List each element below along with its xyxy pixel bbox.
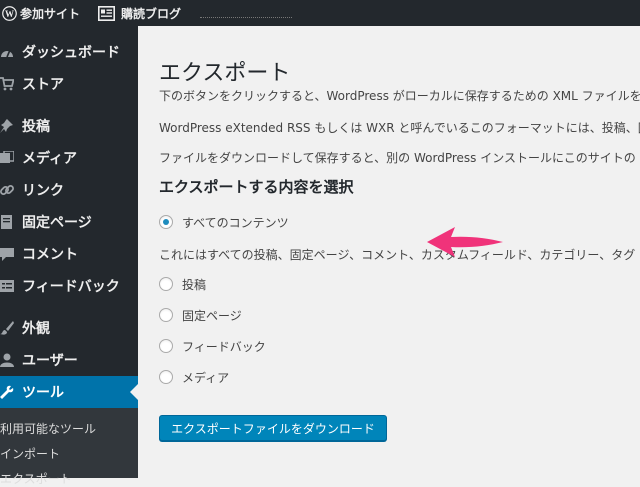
option-label: メディア [182, 370, 230, 385]
description-paragraph: 下のボタンをクリックすると、WordPress がローカルに保存するための XM… [159, 89, 640, 103]
option-label: 投稿 [182, 277, 207, 292]
menu-label: ストア [22, 77, 64, 93]
link-icon [0, 182, 14, 198]
menu-item-appearance[interactable]: 外観 [0, 312, 138, 344]
feedback-icon [0, 278, 14, 294]
option-all-content[interactable]: すべてのコンテンツ [159, 212, 289, 232]
adminbar-divider [200, 17, 292, 18]
option-posts[interactable]: 投稿 [159, 274, 206, 294]
menu-label: ユーザー [22, 353, 78, 369]
radio-posts[interactable] [159, 277, 173, 291]
comment-icon [0, 246, 14, 262]
submenu-item-available-tools[interactable]: 利用可能なツール [0, 420, 96, 437]
option-pages[interactable]: 固定ページ [159, 305, 242, 325]
menu-label: ダッシュボード [22, 45, 120, 61]
svg-text:W: W [5, 8, 14, 18]
radio-all-content[interactable] [159, 215, 173, 229]
admin-bar: W 参加サイト 購読ブログ [0, 0, 640, 26]
reader-label: 購読ブログ [121, 6, 182, 21]
current-menu-arrow [130, 384, 138, 400]
page-icon [0, 214, 14, 230]
menu-item-links[interactable]: リンク [0, 174, 138, 206]
main-content: エクスポート 下のボタンをクリックすると、WordPress がローカルに保存す… [138, 26, 640, 478]
menu-label: ツール [22, 385, 64, 401]
menu-item-posts[interactable]: 投稿 [0, 110, 138, 142]
submenu-item-export[interactable]: エクスポート [0, 470, 72, 487]
my-sites-label: 参加サイト [20, 6, 81, 21]
all-content-description: これにはすべての投稿、固定ページ、コメント、カスタムフィールド、カテゴリー、タグ [159, 248, 636, 262]
tools-submenu: 利用可能なツール インポート エクスポート [0, 408, 138, 486]
wrench-icon [0, 384, 14, 400]
menu-label: コメント [22, 247, 78, 263]
description-paragraph: ファイルをダウンロードして保存すると、別の WordPress インストールにこ… [159, 151, 636, 165]
media-icon [0, 150, 14, 166]
wordpress-logo-icon[interactable]: W [0, 0, 18, 26]
radio-pages[interactable] [159, 308, 173, 322]
page-title: エクスポート [159, 60, 291, 86]
menu-item-tools[interactable]: ツール [0, 376, 138, 408]
menu-item-pages[interactable]: 固定ページ [0, 206, 138, 238]
menu-item-feedback[interactable]: フィードバック [0, 270, 138, 302]
paintbrush-icon [0, 320, 14, 336]
description-paragraph: WordPress eXtended RSS もしくは WXR と呼んでいるこの… [159, 121, 640, 135]
radio-feedback[interactable] [159, 339, 173, 353]
option-label: すべてのコンテンツ [182, 215, 289, 230]
user-icon [0, 352, 14, 368]
option-feedback[interactable]: フィードバック [159, 336, 266, 356]
menu-label: メディア [22, 151, 78, 167]
menu-item-media[interactable]: メディア [0, 142, 138, 174]
menu-item-dashboard[interactable]: ダッシュボード [0, 36, 138, 68]
menu-label: 投稿 [22, 119, 50, 135]
download-export-button[interactable]: エクスポートファイルをダウンロード [159, 415, 387, 441]
reader-icon [98, 5, 115, 21]
menu-label: フィードバック [22, 279, 120, 295]
option-media[interactable]: メディア [159, 367, 229, 387]
pushpin-icon [0, 118, 14, 134]
section-heading: エクスポートする内容を選択 [159, 178, 354, 196]
cart-icon [0, 76, 14, 92]
annotation-arrow-icon [427, 227, 503, 257]
menu-label: 固定ページ [22, 215, 92, 231]
menu-label: リンク [22, 183, 64, 199]
my-sites-menu[interactable]: 参加サイト [20, 0, 80, 26]
menu-item-store[interactable]: ストア [0, 68, 138, 100]
dashboard-icon [0, 44, 14, 60]
reader-menu[interactable]: 購読ブログ [98, 0, 181, 26]
submenu-item-import[interactable]: インポート [0, 445, 60, 462]
menu-item-comments[interactable]: コメント [0, 238, 138, 270]
menu-item-users[interactable]: ユーザー [0, 344, 138, 376]
option-label: 固定ページ [182, 308, 242, 323]
menu-label: 外観 [22, 321, 50, 337]
admin-sidebar: ダッシュボード ストア 投稿 メディア リンク 固定ページ コメント フィードバ… [0, 26, 138, 486]
radio-media[interactable] [159, 370, 173, 384]
option-label: フィードバック [182, 339, 266, 354]
